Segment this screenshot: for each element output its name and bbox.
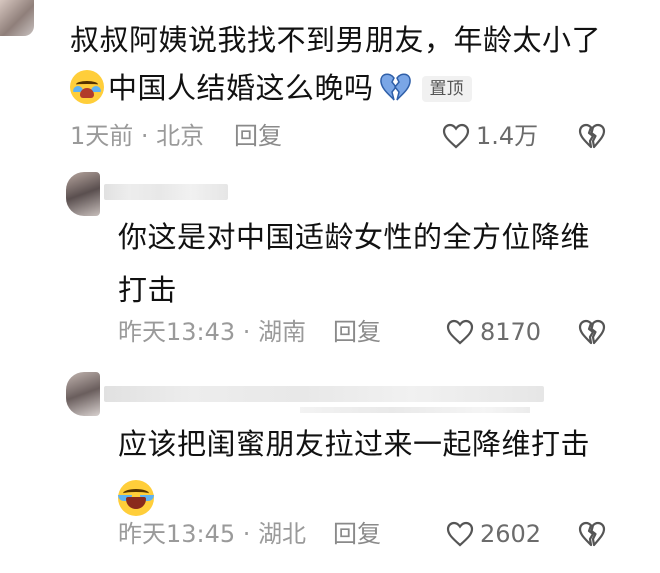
main-comment-line-2: 中国人结婚这么晚吗 置顶 — [70, 64, 645, 112]
main-comment-text: 叔叔阿姨说我找不到男朋友，年龄太小了 中国人结婚这么晚吗 置顶 — [70, 16, 645, 112]
reply-avatar[interactable] — [66, 372, 100, 416]
reply-reply-button[interactable]: 回复 — [333, 317, 381, 347]
reply-username-blurred[interactable] — [104, 184, 228, 200]
reply-meta: 昨天13:43 · 湖南 — [118, 317, 306, 347]
comment-location: 湖北 — [258, 520, 307, 548]
main-comment-avatar[interactable] — [0, 0, 34, 36]
broken-heart-outline-icon[interactable] — [578, 123, 606, 149]
meta-separator: · — [235, 318, 259, 346]
broken-heart-outline-icon[interactable] — [578, 521, 606, 547]
comment-time: 昨天13:43 — [118, 318, 236, 346]
main-comment-line-1: 叔叔阿姨说我找不到男朋友，年龄太小了 — [70, 23, 602, 57]
comment-time: 1天前 — [70, 122, 134, 150]
reply-like-button[interactable]: 2602 — [446, 519, 541, 549]
comment-location: 北京 — [156, 122, 205, 150]
meta-separator: · — [133, 122, 157, 150]
reply-username-blurred[interactable] — [104, 386, 544, 402]
main-comment-like-button[interactable]: 1.4万 — [442, 121, 538, 151]
heart-outline-icon — [442, 123, 470, 149]
broken-heart-outline-icon[interactable] — [578, 319, 606, 345]
meta-separator: · — [235, 520, 259, 548]
comment-location: 湖南 — [258, 318, 307, 346]
reply-reply-button[interactable]: 回复 — [333, 519, 381, 549]
main-comment-line-2-text: 中国人结婚这么晚吗 — [108, 71, 374, 105]
comment-time: 昨天13:45 — [118, 520, 236, 548]
main-comment-reply-button[interactable]: 回复 — [234, 121, 282, 151]
heart-outline-icon — [446, 521, 474, 547]
reply-meta: 昨天13:45 · 湖北 — [118, 519, 306, 549]
broken-heart-emoji-icon — [379, 73, 411, 101]
pinned-badge: 置顶 — [421, 76, 472, 102]
reply-like-button[interactable]: 8170 — [446, 317, 541, 347]
reply-text: 你这是对中国适龄女性的全方位降维打击 — [118, 220, 591, 307]
main-comment-meta: 1天前 · 北京 — [70, 121, 204, 151]
like-count: 2602 — [480, 520, 542, 548]
laughing-face-emoji-icon — [118, 479, 154, 516]
heart-outline-icon — [446, 319, 474, 345]
reply-avatar[interactable] — [66, 172, 100, 216]
reply-text: 应该把闺蜜朋友拉过来一起降维打击 — [118, 418, 618, 524]
reply-emoji-line — [118, 471, 618, 524]
like-count: 8170 — [480, 318, 542, 346]
like-count: 1.4万 — [476, 122, 539, 150]
blurred-divider — [300, 407, 530, 413]
reply-text-line: 应该把闺蜜朋友拉过来一起降维打击 — [118, 427, 591, 461]
crying-face-emoji-icon — [70, 70, 104, 104]
